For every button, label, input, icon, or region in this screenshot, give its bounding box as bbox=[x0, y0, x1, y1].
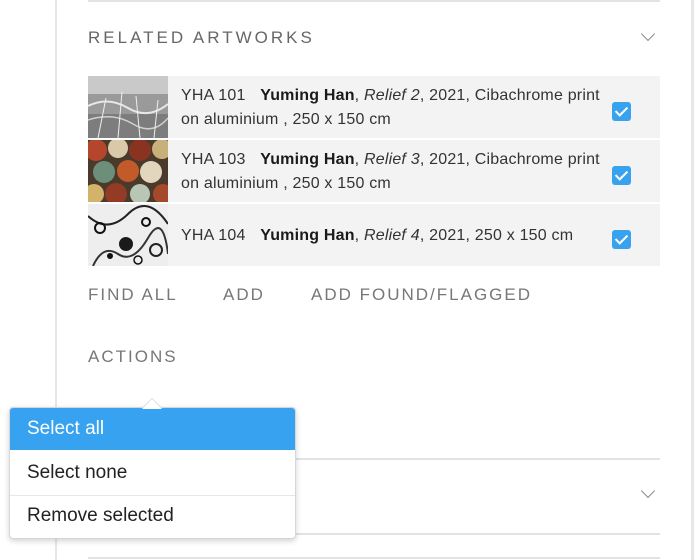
artwork-description: YHA 101 Yuming Han, Relief 2, 2021, Ciba… bbox=[181, 87, 600, 128]
artwork-thumbnail-relief-2 bbox=[88, 76, 168, 138]
menu-item-remove-selected[interactable]: Remove selected bbox=[10, 495, 295, 537]
menu-item-select-none[interactable]: Select none bbox=[10, 452, 295, 494]
menu-item-select-all[interactable]: Select all bbox=[10, 408, 295, 450]
related-artworks-list: YHA 101 Yuming Han, Relief 2, 2021, Ciba… bbox=[88, 76, 660, 268]
checkbox-checked-icon[interactable] bbox=[612, 166, 631, 185]
list-item[interactable]: YHA 101 Yuming Han, Relief 2, 2021, Ciba… bbox=[88, 76, 660, 140]
menu-caret-fill bbox=[142, 399, 162, 409]
artwork-code: YHA 104 bbox=[181, 227, 246, 244]
chevron-down-icon[interactable] bbox=[640, 26, 656, 42]
artwork-title: Relief 2 bbox=[363, 87, 420, 104]
add-link[interactable]: ADD bbox=[223, 285, 265, 305]
artist-name: Yuming Han bbox=[260, 87, 355, 104]
list-item[interactable]: YHA 103 Yuming Han, Relief 3, 2021, Ciba… bbox=[88, 140, 660, 204]
artwork-title: Relief 3 bbox=[363, 151, 420, 168]
section-divider bbox=[88, 557, 660, 559]
list-item[interactable]: YHA 104 Yuming Han, Relief 4, 2021, 250 … bbox=[88, 204, 660, 268]
actions-dropdown-menu: Select all Select none Remove selected bbox=[9, 407, 296, 539]
artist-name: Yuming Han bbox=[260, 227, 355, 244]
actions-menu-toggle[interactable]: ACTIONS bbox=[88, 347, 178, 367]
artwork-code: YHA 103 bbox=[181, 151, 246, 168]
artwork-thumbnail-relief-4 bbox=[88, 204, 168, 266]
chevron-down-icon[interactable] bbox=[640, 483, 656, 499]
artwork-description: YHA 104 Yuming Han, Relief 4, 2021, 250 … bbox=[181, 227, 574, 244]
artwork-code: YHA 101 bbox=[181, 87, 246, 104]
checkbox-checked-icon[interactable] bbox=[612, 230, 631, 249]
artwork-thumbnail-relief-3 bbox=[88, 140, 168, 202]
artwork-details: , 2021, 250 x 150 cm bbox=[419, 227, 574, 244]
artwork-title: Relief 4 bbox=[363, 227, 420, 244]
checkbox-checked-icon[interactable] bbox=[612, 102, 631, 121]
add-found-flagged-link[interactable]: ADD FOUND/FLAGGED bbox=[311, 285, 532, 305]
artist-name: Yuming Han bbox=[260, 151, 355, 168]
artwork-description: YHA 103 Yuming Han, Relief 3, 2021, Ciba… bbox=[181, 151, 600, 192]
related-artworks-title: RELATED ARTWORKS bbox=[88, 28, 315, 47]
find-all-link[interactable]: FIND ALL bbox=[88, 285, 178, 305]
section-divider-top bbox=[88, 0, 660, 2]
